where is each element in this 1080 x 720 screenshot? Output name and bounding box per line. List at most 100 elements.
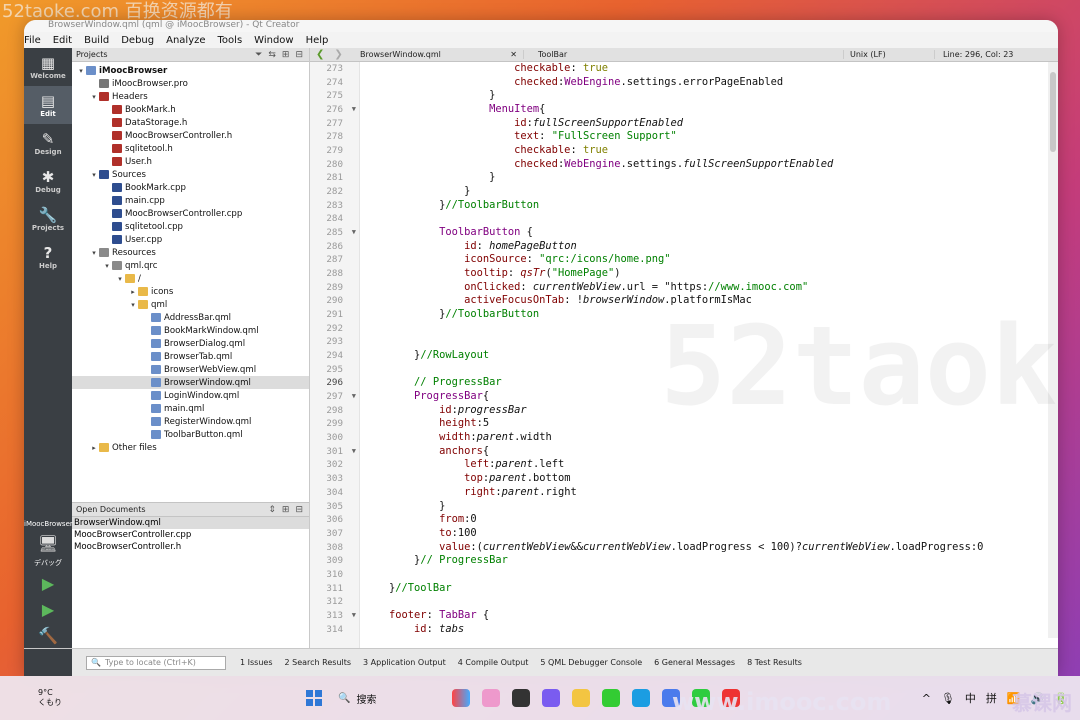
code-line[interactable]: }: [360, 185, 1058, 199]
expand-down-icon[interactable]: ▾: [115, 275, 125, 283]
fold-marker-icon[interactable]: ▼: [352, 390, 356, 404]
output-pane-tab[interactable]: 3 Application Output: [357, 658, 452, 667]
code-line[interactable]: id:progressBar: [360, 404, 1058, 418]
app-icon[interactable]: [482, 689, 500, 707]
fold-marker-icon[interactable]: ▼: [352, 609, 356, 623]
output-pane-tab[interactable]: 6 General Messages: [648, 658, 741, 667]
tree-item[interactable]: ▸ icons: [72, 285, 309, 298]
symbol-selector[interactable]: ToolBar: [524, 50, 844, 59]
tree-item[interactable]: DataStorage.h: [72, 116, 309, 129]
code-line[interactable]: id: tabs: [360, 623, 1058, 637]
tree-item[interactable]: ▾ Resources: [72, 246, 309, 259]
tree-item[interactable]: MoocBrowserController.cpp: [72, 207, 309, 220]
app-icon[interactable]: [542, 689, 560, 707]
code-line[interactable]: [360, 212, 1058, 226]
mode-welcome[interactable]: ▦ Welcome: [24, 48, 72, 86]
code-line[interactable]: checkable: true: [360, 144, 1058, 158]
code-line[interactable]: [360, 363, 1058, 377]
code-line[interactable]: }//ToolBar: [360, 582, 1058, 596]
app-icon[interactable]: [452, 689, 470, 707]
code-line[interactable]: id: homePageButton: [360, 240, 1058, 254]
code-line[interactable]: // ProgressBar: [360, 376, 1058, 391]
code-line[interactable]: onClicked: currentWebView.url = "https:/…: [360, 281, 1058, 295]
ime-pinyin-icon[interactable]: 拼: [986, 690, 997, 706]
tree-item[interactable]: ▸ Other files: [72, 441, 309, 454]
output-pane-tab[interactable]: 1 Issues: [234, 658, 279, 667]
tree-item[interactable]: sqlitetool.h: [72, 142, 309, 155]
scroll-thumb[interactable]: [1050, 72, 1056, 152]
filter-icon[interactable]: ⏷: [255, 50, 262, 60]
code-line[interactable]: from:0: [360, 513, 1058, 527]
monitor-icon[interactable]: 🖥: [24, 530, 72, 556]
expand-down-icon[interactable]: ▾: [89, 249, 99, 257]
code-line[interactable]: }// ProgressBar: [360, 554, 1058, 568]
expand-down-icon[interactable]: ▾: [128, 301, 138, 309]
mode-projects[interactable]: 🔧 Projects: [24, 200, 72, 238]
app-icon[interactable]: [512, 689, 530, 707]
code-area[interactable]: 273 274 275 276 ▼ 277 278 279 280 281 282 283 284 285…: [310, 62, 1058, 648]
tree-item[interactable]: main.qml: [72, 402, 309, 415]
tree-item[interactable]: BrowserWindow.qml: [72, 376, 309, 389]
code-line[interactable]: left:parent.left: [360, 458, 1058, 472]
tree-item[interactable]: ▾ Sources: [72, 168, 309, 181]
code-line[interactable]: iconSource: "qrc:/icons/home.png": [360, 253, 1058, 267]
forward-arrow-icon[interactable]: ❯: [334, 49, 342, 60]
expand-right-icon[interactable]: ▸: [89, 444, 99, 452]
mode-help[interactable]: ? Help: [24, 238, 72, 276]
line-ending-selector[interactable]: Unix (LF): [844, 50, 934, 59]
expand-down-icon[interactable]: ▾: [76, 67, 86, 75]
fold-marker-icon[interactable]: ▼: [352, 226, 356, 240]
code-line[interactable]: tooltip: qsTr("HomePage"): [360, 267, 1058, 281]
close-pane-icon[interactable]: ⊟: [295, 505, 303, 515]
code-line[interactable]: width:parent.width: [360, 431, 1058, 445]
tree-item[interactable]: User.cpp: [72, 233, 309, 246]
expand-down-icon[interactable]: ▾: [102, 262, 112, 270]
projects-title[interactable]: Projects: [76, 50, 108, 59]
code-line[interactable]: [360, 595, 1058, 609]
expand-right-icon[interactable]: ▸: [128, 288, 138, 296]
locator-input[interactable]: 🔍 Type to locate (Ctrl+K): [86, 655, 226, 670]
menu-item-edit[interactable]: Edit: [47, 35, 78, 46]
code-line[interactable]: to:100: [360, 527, 1058, 541]
tree-item[interactable]: ToolbarButton.qml: [72, 428, 309, 441]
tree-item[interactable]: ▾ qml.qrc: [72, 259, 309, 272]
code-line[interactable]: checkable: true: [360, 62, 1058, 76]
open-documents-title[interactable]: Open Documents: [76, 505, 146, 514]
tree-item[interactable]: BookMarkWindow.qml: [72, 324, 309, 337]
code-line[interactable]: ToolbarButton {: [360, 226, 1058, 240]
code-lines[interactable]: checkable: true checked:WebEngine.settin…: [360, 62, 1058, 648]
sort-icon[interactable]: ⇕: [268, 505, 276, 515]
code-line[interactable]: checked:WebEngine.settings.errorPageEnab…: [360, 76, 1058, 90]
windows-start-icon[interactable]: [306, 690, 322, 706]
menu-item-window[interactable]: Window: [248, 35, 299, 46]
fold-marker-icon[interactable]: ▼: [352, 103, 356, 117]
output-pane-tab[interactable]: 2 Search Results: [279, 658, 358, 667]
expand-down-icon[interactable]: ▾: [89, 93, 99, 101]
code-line[interactable]: checked:WebEngine.settings.fullScreenSup…: [360, 158, 1058, 172]
code-line[interactable]: height:5: [360, 417, 1058, 431]
open-document-item[interactable]: BrowserWindow.qml: [72, 517, 309, 529]
tree-item[interactable]: BrowserTab.qml: [72, 350, 309, 363]
tree-item[interactable]: RegisterWindow.qml: [72, 415, 309, 428]
code-line[interactable]: }//RowLayout: [360, 349, 1058, 363]
app-icon[interactable]: [602, 689, 620, 707]
tree-item[interactable]: ▾ qml: [72, 298, 309, 311]
edge-icon[interactable]: [632, 689, 650, 707]
close-pane-icon[interactable]: ⊟: [295, 50, 303, 60]
tree-item[interactable]: LoginWindow.qml: [72, 389, 309, 402]
code-line[interactable]: text: "FullScreen Support": [360, 130, 1058, 144]
code-line[interactable]: }//ToolbarButton: [360, 308, 1058, 322]
vertical-scrollbar[interactable]: [1048, 62, 1058, 638]
code-line[interactable]: activeFocusOnTab: !browserWindow.platfor…: [360, 294, 1058, 308]
split-icon[interactable]: ⊞: [282, 505, 290, 515]
weather-widget[interactable]: 9°C くもり: [0, 688, 110, 708]
tree-item[interactable]: BrowserWebView.qml: [72, 363, 309, 376]
taskbar-search[interactable]: 🔍 搜索: [338, 691, 448, 706]
code-line[interactable]: anchors{: [360, 445, 1058, 459]
code-line[interactable]: }: [360, 89, 1058, 103]
ime-zh-icon[interactable]: 中: [965, 690, 976, 706]
run-icon[interactable]: ▶: [24, 570, 72, 596]
open-document-item[interactable]: MoocBrowserController.cpp: [72, 529, 309, 541]
sync-icon[interactable]: ⇆: [268, 50, 276, 60]
menu-item-analyze[interactable]: Analyze: [160, 35, 211, 46]
